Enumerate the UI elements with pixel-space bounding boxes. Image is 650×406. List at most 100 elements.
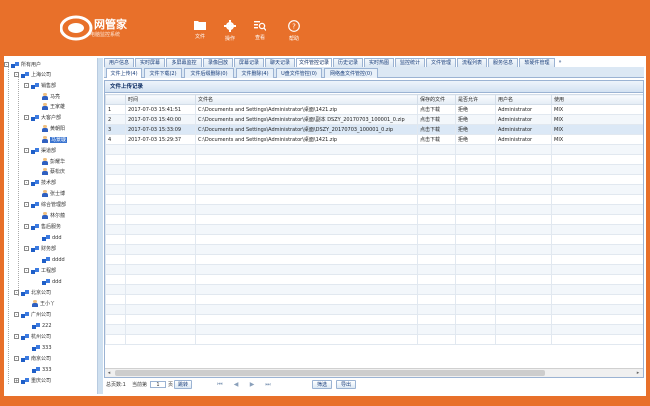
empty-cell xyxy=(125,154,196,165)
tab-user-info[interactable]: 用户信息 xyxy=(104,58,134,67)
next-page-icon[interactable]: ▶ xyxy=(248,378,256,392)
collapse-toggle-icon[interactable]: - xyxy=(24,224,29,229)
tree-node-user[interactable]: 张士博 xyxy=(42,190,65,199)
collapse-toggle-icon[interactable]: - xyxy=(14,334,19,339)
table-row[interactable]: 3 2017-07-03 15:33:09 C:\Documents and S… xyxy=(105,124,643,135)
tab-overflow-icon[interactable]: » xyxy=(556,58,564,67)
tree-node-user[interactable]: 333 xyxy=(32,366,52,375)
table-row[interactable]: 1 2017-07-03 15:41:51 C:\Documents and S… xyxy=(105,104,643,115)
tree-node-group[interactable]: - 渠道部 xyxy=(24,147,56,156)
download-link[interactable]: 点击下载 xyxy=(417,134,456,145)
horizontal-scrollbar[interactable]: ◂ ▸ xyxy=(105,368,643,377)
toolbar-file-button[interactable]: 文件 xyxy=(186,20,214,48)
export-button[interactable]: 导出 xyxy=(336,380,356,389)
scrollbar-thumb[interactable] xyxy=(115,370,545,376)
collapse-toggle-icon[interactable]: + xyxy=(14,378,19,383)
collapse-toggle-icon[interactable]: - xyxy=(24,83,29,88)
table-row[interactable]: 4 2017-07-03 15:29:37 C:\Documents and S… xyxy=(105,134,643,145)
subtab-file-delete[interactable]: 文件删除(4) xyxy=(236,68,274,78)
tree-node-user[interactable]: 333 xyxy=(32,344,52,353)
subtab-usb-control[interactable]: U盘文件管控(0) xyxy=(276,68,322,78)
tree-node-user[interactable]: ddd xyxy=(42,278,62,287)
tree-node-user[interactable]: 林尔蕴 xyxy=(42,212,65,221)
collapse-toggle-icon[interactable]: - xyxy=(14,72,19,77)
column-header[interactable]: 使用 xyxy=(551,94,643,105)
subtab-file-upload[interactable]: 文件上传(4) xyxy=(106,68,142,78)
tree-node-group[interactable]: - 财务部 xyxy=(24,245,56,254)
column-header[interactable] xyxy=(105,94,126,105)
collapse-toggle-icon[interactable]: - xyxy=(14,312,19,317)
tree-node-user[interactable]: 王小丫 xyxy=(32,300,55,309)
download-link[interactable]: 点击下载 xyxy=(417,124,456,135)
tab-monitor-stats[interactable]: 监控统计 xyxy=(395,58,425,67)
tree-node-user[interactable]: 黄朝阳 xyxy=(42,125,65,134)
filter-button[interactable]: 筛选 xyxy=(312,380,332,389)
subtab-file-download[interactable]: 文件下载(2) xyxy=(144,68,182,78)
tree-node-user[interactable]: 222 xyxy=(32,322,52,331)
page-number-input[interactable]: 1 xyxy=(150,381,166,388)
column-header[interactable]: 文件名 xyxy=(195,94,418,105)
first-page-icon[interactable]: ⏮ xyxy=(216,378,224,392)
tree-node-user[interactable]: 马亮 xyxy=(42,93,60,102)
column-header[interactable]: 是否允许 xyxy=(455,94,496,105)
table-row[interactable]: 2 2017-07-03 15:40:00 C:\Documents and S… xyxy=(105,114,643,125)
toolbar-help-button[interactable]: ? 帮助 xyxy=(280,20,308,48)
tree-node-group[interactable]: - 综合管理部 xyxy=(24,201,66,210)
tab-software-manage[interactable]: 软硬件管理 xyxy=(519,58,555,67)
tab-live-screen[interactable]: 实时屏幕 xyxy=(135,58,165,67)
tree-node-user[interactable]: dddd xyxy=(42,256,65,265)
tab-chat-log[interactable]: 聊天记录 xyxy=(265,58,295,67)
collapse-toggle-icon[interactable]: - xyxy=(24,268,29,273)
download-link[interactable]: 点击下载 xyxy=(417,114,456,125)
tab-file-control-log[interactable]: 文件管控记录 xyxy=(296,58,332,67)
scroll-left-icon[interactable]: ◂ xyxy=(106,370,112,376)
tree-node-group[interactable]: - 上海公司 xyxy=(14,71,51,80)
tab-process-list[interactable]: 流程列表 xyxy=(457,58,487,67)
download-link[interactable]: 点击下载 xyxy=(417,104,456,115)
collapse-toggle-icon[interactable]: - xyxy=(24,180,29,185)
jump-button[interactable]: 跳转 xyxy=(174,380,192,389)
collapse-toggle-icon[interactable]: - xyxy=(24,246,29,251)
tree-node-user[interactable]: ddd xyxy=(42,234,62,243)
toolbar-operate-button[interactable]: 操作 xyxy=(216,20,244,48)
tree-node-group[interactable]: - 南京公司 xyxy=(14,355,51,364)
collapse-toggle-icon[interactable]: - xyxy=(24,115,29,120)
tab-service-info[interactable]: 服务信息 xyxy=(488,58,518,67)
tab-heatmap[interactable]: 实时热图 xyxy=(364,58,394,67)
subtab-network-disk-control[interactable]: 网络盘文件管控(0) xyxy=(324,68,378,78)
subtab-suffix-delete[interactable]: 文件后缀删除(0) xyxy=(184,68,234,78)
scroll-right-icon[interactable]: ▸ xyxy=(635,370,641,376)
prev-page-icon[interactable]: ◀ xyxy=(232,378,240,392)
tab-file-manage[interactable]: 文件管理 xyxy=(426,58,456,67)
tree-node-user[interactable]: 蔡松庆 xyxy=(42,168,65,177)
tree-node-group[interactable]: - 销售部 xyxy=(24,82,56,91)
collapse-toggle-icon[interactable]: - xyxy=(14,290,19,295)
user-tree[interactable]: - 所有用户 - 上海公司 - 销售部 马亮 王家雄 - 大客户部 黄朝阳 马景璇 -渠… xyxy=(4,58,96,394)
tree-node-group[interactable]: - 杭州公司 xyxy=(14,333,51,342)
column-header[interactable]: 用户名 xyxy=(495,94,552,105)
tree-node-group[interactable]: - 售后服务 xyxy=(24,223,61,232)
tab-multi-screen[interactable]: 多屏幕监控 xyxy=(166,58,202,67)
tree-node-group[interactable]: - 工程部 xyxy=(24,267,56,276)
collapse-toggle-icon[interactable]: - xyxy=(4,62,9,67)
column-header[interactable]: 时间 xyxy=(125,94,196,105)
tab-replay[interactable]: 录像回放 xyxy=(203,58,233,67)
tree-node-root[interactable]: - 所有用户 xyxy=(4,61,41,70)
tab-history[interactable]: 历史记录 xyxy=(333,58,363,67)
tree-node-user[interactable]: 彭耀华 xyxy=(42,158,65,167)
tree-node-user[interactable]: 王家雄 xyxy=(42,103,65,112)
tab-screen-log[interactable]: 屏幕记录 xyxy=(234,58,264,67)
collapse-toggle-icon[interactable]: - xyxy=(24,148,29,153)
collapse-toggle-icon[interactable]: - xyxy=(24,202,29,207)
toolbar-view-button[interactable]: 查看 xyxy=(246,20,274,48)
tree-node-group[interactable]: - 大客户部 xyxy=(24,114,61,123)
tree-node-group[interactable]: - 北京公司 xyxy=(14,289,51,298)
tree-node-group[interactable]: - 广州公司 xyxy=(14,311,51,320)
tree-node-user-selected[interactable]: 马景璇 xyxy=(42,136,68,145)
pane-splitter[interactable] xyxy=(97,58,103,394)
tree-node-group[interactable]: - 技术部 xyxy=(24,179,56,188)
column-header[interactable]: 保存的文件 xyxy=(417,94,456,105)
last-page-icon[interactable]: ⏭ xyxy=(264,378,272,392)
tree-node-group[interactable]: + 重庆公司 xyxy=(14,377,51,386)
collapse-toggle-icon[interactable]: - xyxy=(14,356,19,361)
